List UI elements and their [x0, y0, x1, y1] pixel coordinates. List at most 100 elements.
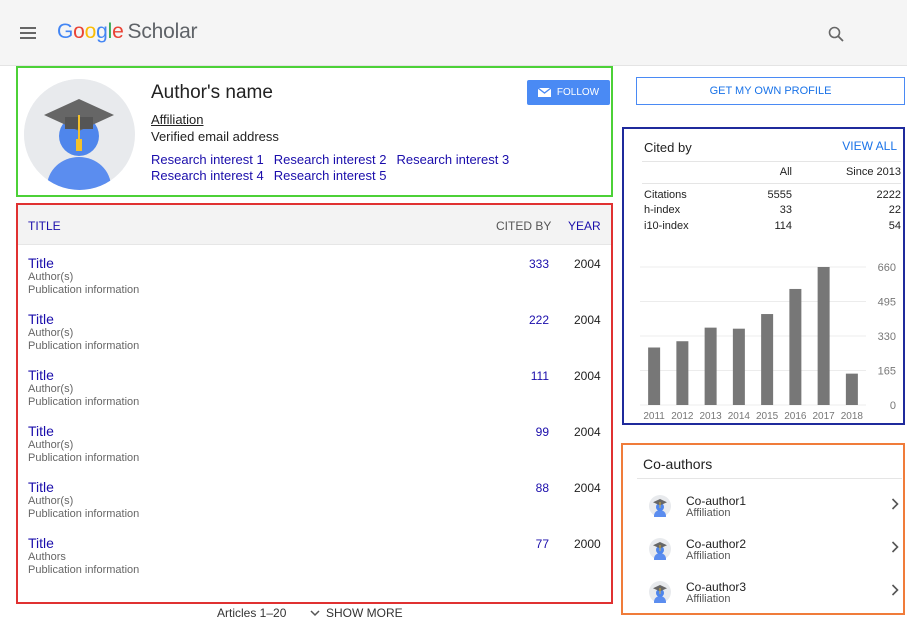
publication-title-link[interactable]: Title — [28, 535, 54, 551]
cited-by-count-link[interactable]: 111 — [531, 369, 549, 383]
cited-by-title: Cited by — [644, 140, 692, 155]
table-row: Title Author(s) Publication information … — [18, 255, 611, 311]
research-interest-link[interactable]: Research interest 2 — [274, 152, 387, 167]
profile-card: Author's name Affiliation Verified email… — [16, 66, 613, 197]
citations-per-year-chart: 0 165 330 495 660 2011 2012 2013 2014 2015 2016 201… — [640, 262, 896, 422]
research-interests: Research interest 1 Research interest 2 Re… — [151, 152, 571, 184]
chevron-right-icon — [891, 541, 899, 553]
verified-email: Verified email address — [151, 129, 279, 144]
publication-authors: Author(s) — [28, 271, 74, 283]
publication-authors: Author(s) — [28, 383, 74, 395]
show-more-button[interactable]: SHOW MORE — [310, 606, 403, 619]
y-tick-label: 330 — [878, 331, 896, 343]
coauthor-affiliation: Affiliation — [686, 593, 731, 605]
publication-title-link[interactable]: Title — [28, 367, 54, 383]
google-scholar-logo[interactable]: Google Scholar — [57, 20, 198, 44]
chart-bar-2014[interactable] — [732, 328, 745, 405]
chart-bar-2016[interactable] — [789, 288, 802, 405]
hamburger-menu-icon[interactable] — [20, 27, 36, 39]
chart-bar-2012[interactable] — [676, 341, 689, 405]
coauthor-affiliation: Affiliation — [686, 550, 731, 562]
sort-by-year[interactable]: YEAR — [568, 219, 601, 233]
publication-authors: Author(s) — [28, 495, 74, 507]
coauthor-name: Co-author3 — [686, 580, 747, 594]
coauthor-item[interactable]: Co-author1 Affiliation — [623, 490, 903, 530]
chevron-right-icon — [891, 584, 899, 596]
divider — [637, 478, 902, 479]
search-icon[interactable] — [828, 26, 844, 42]
research-interest-link[interactable]: Research interest 1 — [151, 152, 264, 167]
logo-letter: o — [73, 20, 85, 43]
table-row: Title Author(s) Publication information … — [18, 479, 611, 535]
chart-bar-2015[interactable] — [761, 314, 774, 405]
top-app-bar: Google Scholar — [0, 0, 907, 66]
logo-scholar-text: Scholar — [127, 20, 198, 43]
x-tick-label: 2018 — [841, 411, 864, 422]
metric-label: i10-index — [644, 220, 689, 232]
view-all-link[interactable]: VIEW ALL — [842, 139, 897, 153]
graduate-avatar-icon — [649, 538, 671, 560]
publication-info: Publication information — [28, 452, 140, 464]
coauthors-title: Co-authors — [643, 456, 713, 472]
research-interest-link[interactable]: Research interest 4 — [151, 168, 264, 183]
follow-button[interactable]: FOLLOW — [527, 80, 610, 105]
publication-title-link[interactable]: Title — [28, 255, 54, 271]
publication-info: Publication information — [28, 284, 140, 296]
sort-by-title[interactable]: TITLE — [28, 219, 61, 233]
chart-bar-2011[interactable] — [648, 347, 661, 406]
cited-by-count-link[interactable]: 333 — [529, 257, 549, 271]
x-tick-label: 2012 — [671, 411, 694, 422]
x-tick-label: 2013 — [700, 411, 723, 422]
metric-row: Citations 5555 2222 — [644, 189, 901, 203]
x-tick-label: 2014 — [728, 411, 751, 422]
coauthor-item[interactable]: Co-author3 Affiliation — [623, 576, 903, 616]
publication-info: Publication information — [28, 396, 140, 408]
column-all-header: All — [779, 166, 792, 178]
cited-by-count-link[interactable]: 99 — [536, 425, 549, 439]
coauthor-name: Co-author1 — [686, 494, 747, 508]
coauthor-item[interactable]: Co-author2 Affiliation — [623, 533, 903, 573]
research-interest-link[interactable]: Research interest 5 — [274, 168, 387, 183]
affiliation-link[interactable]: Affiliation — [151, 112, 204, 127]
sort-by-cited-by[interactable]: CITED BY — [496, 219, 551, 233]
coauthor-affiliation: Affiliation — [686, 507, 731, 519]
coauthor-name: Co-author2 — [686, 537, 747, 551]
publication-year: 2000 — [574, 537, 601, 551]
metric-label: h-index — [644, 204, 681, 216]
cited-by-count-link[interactable]: 88 — [536, 481, 549, 495]
mail-icon — [537, 88, 551, 97]
metric-since: 54 — [888, 220, 901, 232]
chart-bar-2013[interactable] — [704, 327, 717, 405]
show-more-label: SHOW MORE — [326, 606, 403, 619]
metric-row: i10-index 114 54 — [644, 220, 901, 234]
publication-title-link[interactable]: Title — [28, 423, 54, 439]
publication-title-link[interactable]: Title — [28, 479, 54, 495]
cited-by-count-link[interactable]: 222 — [529, 313, 549, 327]
table-row: Title Author(s) Publication information … — [18, 367, 611, 423]
research-interest-link[interactable]: Research interest 3 — [396, 152, 509, 167]
divider — [642, 183, 901, 184]
chart-bar-2018[interactable] — [845, 373, 858, 405]
publications-table: TITLE CITED BY YEAR Title Author(s) Publ… — [16, 203, 613, 604]
x-tick-label: 2016 — [784, 411, 807, 422]
divider — [642, 161, 901, 162]
publication-info: Publication information — [28, 564, 140, 576]
chevron-right-icon — [891, 498, 899, 510]
get-my-own-profile-button[interactable]: GET MY OWN PROFILE — [636, 77, 905, 105]
publication-title-link[interactable]: Title — [28, 311, 54, 327]
articles-range: Articles 1–20 — [217, 606, 287, 619]
publications-header: TITLE CITED BY YEAR — [18, 205, 611, 245]
publication-authors: Author(s) — [28, 327, 74, 339]
cited-by-count-link[interactable]: 77 — [536, 537, 549, 551]
cited-by-panel: Cited by VIEW ALL All Since 2013 Citatio… — [622, 127, 905, 425]
metric-row: h-index 33 22 — [644, 204, 901, 218]
x-tick-label: 2017 — [813, 411, 836, 422]
chart-bar-2017[interactable] — [817, 267, 830, 405]
publication-info: Publication information — [28, 340, 140, 352]
graduate-avatar-icon — [649, 581, 671, 603]
chevron-down-icon — [310, 609, 320, 616]
logo-letter: e — [112, 20, 124, 43]
y-tick-label: 0 — [890, 400, 896, 412]
x-tick-label: 2011 — [643, 411, 665, 422]
follow-label: FOLLOW — [556, 87, 600, 98]
